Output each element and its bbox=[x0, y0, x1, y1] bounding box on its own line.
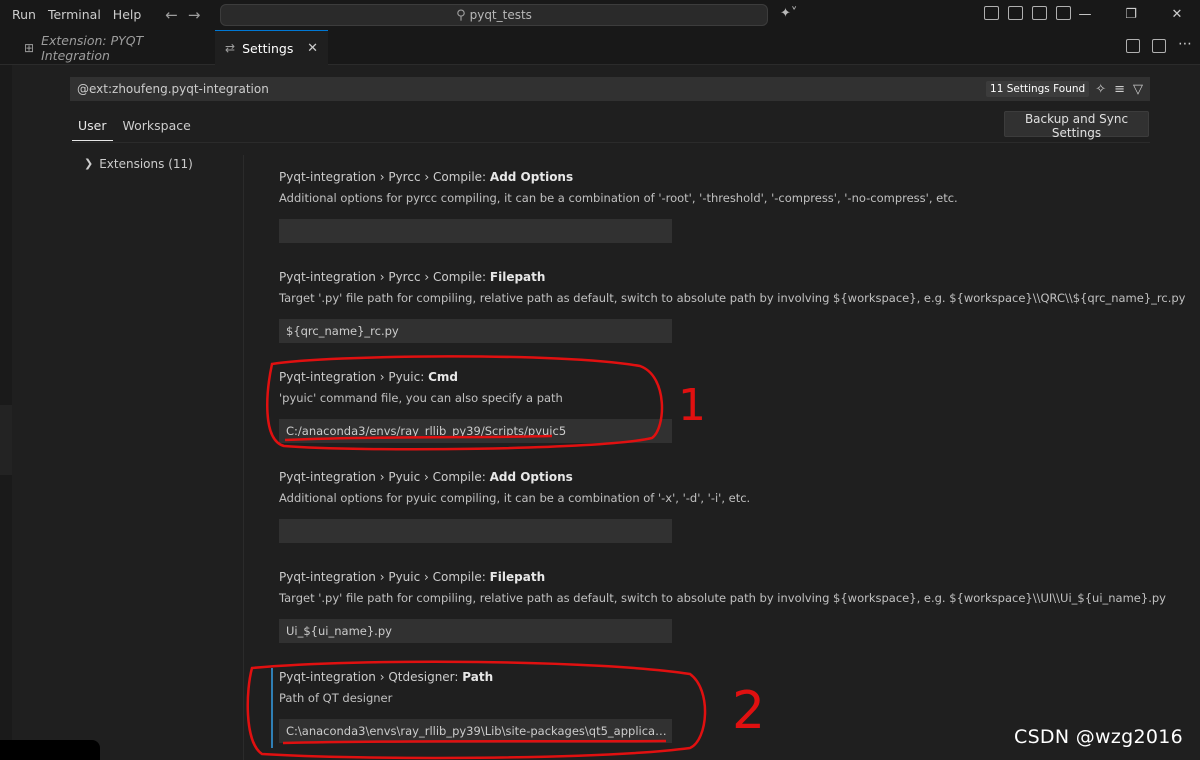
tab-extension[interactable]: ⊞ Extension: PYQT Integration bbox=[14, 30, 214, 65]
setting-prefix: Pyqt-integration › Qtdesigner: bbox=[279, 670, 463, 684]
search-icon: ⚲ bbox=[456, 7, 466, 23]
minimize-icon[interactable]: — bbox=[1062, 0, 1108, 30]
activity-bar-edge bbox=[0, 65, 12, 760]
setting-title: Pyqt-integration › Pyrcc › Compile: Add … bbox=[279, 168, 1179, 186]
menu-bar: Run Terminal Help bbox=[0, 0, 147, 30]
tab-extension-label: Extension: PYQT Integration bbox=[41, 32, 144, 63]
toc-divider bbox=[243, 155, 244, 760]
tab-workspace[interactable]: Workspace bbox=[117, 112, 197, 141]
setting-prefix: Pyqt-integration › Pyrcc › Compile: bbox=[279, 270, 490, 284]
tab-settings-label: Settings bbox=[242, 40, 294, 56]
watermark: CSDN @wzg2016 bbox=[1014, 726, 1184, 748]
menu-help[interactable]: Help bbox=[107, 0, 148, 30]
setting-title: Pyqt-integration › Pyuic › Compile: File… bbox=[279, 568, 1179, 586]
more-actions-icon[interactable]: ⋯ bbox=[1178, 37, 1192, 53]
setting-pyuic-cmd: Pyqt-integration › Pyuic: Cmd 'pyuic' co… bbox=[279, 368, 1179, 443]
pyuic-cmd-input[interactable] bbox=[279, 419, 672, 443]
search-tools: ✧ ≡ ▽ bbox=[1095, 82, 1143, 97]
setting-key: Filepath bbox=[489, 570, 546, 584]
forward-arrow-icon[interactable]: → bbox=[188, 6, 201, 24]
filter-icon[interactable]: ▽ bbox=[1133, 82, 1143, 97]
setting-key: Cmd bbox=[428, 370, 458, 384]
layout-controls bbox=[984, 6, 1071, 20]
pyrcc-add-options-input[interactable] bbox=[279, 219, 672, 243]
qtdesigner-path-input[interactable] bbox=[279, 719, 672, 743]
setting-key: Add Options bbox=[489, 470, 573, 484]
activity-bar-highlight bbox=[0, 405, 12, 475]
toggle-primary-sidebar-icon[interactable] bbox=[1008, 6, 1023, 20]
restore-icon[interactable]: ❐ bbox=[1108, 0, 1154, 30]
setting-key: Path bbox=[462, 670, 494, 684]
settings-search-input[interactable] bbox=[71, 82, 987, 96]
tab-user[interactable]: User bbox=[72, 112, 113, 141]
setting-title: Pyqt-integration › Pyuic: Cmd bbox=[279, 368, 1179, 386]
setting-description: Path of QT designer bbox=[279, 691, 393, 705]
setting-prefix: Pyqt-integration › Pyuic › Compile: bbox=[279, 470, 490, 484]
setting-description: Target '.py' file path for compiling, re… bbox=[279, 591, 1166, 605]
setting-pyuic-add-options: Pyqt-integration › Pyuic › Compile: Add … bbox=[279, 468, 1179, 543]
editor-actions: ⋯ bbox=[1126, 37, 1192, 53]
copilot-icon[interactable]: ✦˅ bbox=[780, 6, 797, 21]
setting-description: 'pyuic' command file, you can also speci… bbox=[279, 391, 563, 405]
setting-title: Pyqt-integration › Qtdesigner: Path bbox=[279, 668, 1179, 686]
pyuic-add-options-input[interactable] bbox=[279, 519, 672, 543]
toc-extensions-label: Extensions (11) bbox=[99, 157, 193, 171]
split-editor-icon[interactable] bbox=[1152, 39, 1166, 53]
setting-key: Add Options bbox=[489, 170, 574, 184]
header-divider bbox=[72, 142, 1150, 143]
setting-title: Pyqt-integration › Pyrcc › Compile: File… bbox=[279, 268, 1179, 286]
command-center-text: pyqt_tests bbox=[469, 8, 532, 22]
setting-pyrcc-add-options: Pyqt-integration › Pyrcc › Compile: Add … bbox=[279, 168, 1179, 243]
setting-key: Filepath bbox=[489, 270, 546, 284]
setting-description: Additional options for pyrcc compiling, … bbox=[279, 191, 958, 205]
settings-icon: ⇄ bbox=[225, 41, 236, 55]
pyuic-filepath-input[interactable] bbox=[279, 619, 672, 643]
menu-run[interactable]: Run bbox=[6, 0, 42, 30]
editor-tab-bar: ⊞ Extension: PYQT Integration ⇄ Settings… bbox=[0, 30, 1200, 65]
setting-prefix: Pyqt-integration › Pyuic: bbox=[279, 370, 429, 384]
setting-description: Additional options for pyuic compiling, … bbox=[279, 491, 751, 505]
pyrcc-filepath-input[interactable] bbox=[279, 319, 672, 343]
backup-sync-button[interactable]: Backup and Sync Settings bbox=[1004, 111, 1149, 140]
toggle-panel-icon[interactable] bbox=[1032, 6, 1047, 20]
menu-terminal[interactable]: Terminal bbox=[42, 0, 107, 30]
setting-description: Target '.py' file path for compiling, re… bbox=[279, 291, 1186, 305]
tab-settings[interactable]: ⇄ Settings ✕ bbox=[215, 30, 328, 65]
title-bar: Run Terminal Help ← → ⚲ pyqt_tests ✦˅ — … bbox=[0, 0, 1200, 30]
settings-search: 11 Settings Found ✧ ≡ ▽ bbox=[70, 77, 1150, 101]
sparkle-icon[interactable]: ✧ bbox=[1095, 82, 1106, 97]
navigation-arrows: ← → bbox=[165, 6, 200, 24]
setting-title: Pyqt-integration › Pyuic › Compile: Add … bbox=[279, 468, 1179, 486]
back-arrow-icon[interactable]: ← bbox=[165, 6, 178, 24]
close-window-icon[interactable]: ✕ bbox=[1154, 0, 1200, 30]
open-settings-json-icon[interactable] bbox=[1126, 39, 1140, 53]
command-center[interactable]: ⚲ pyqt_tests bbox=[220, 4, 768, 26]
setting-pyrcc-filepath: Pyqt-integration › Pyrcc › Compile: File… bbox=[279, 268, 1186, 343]
setting-prefix: Pyqt-integration › Pyrcc › Compile: bbox=[279, 170, 490, 184]
chevron-right-icon: ❯ bbox=[84, 157, 94, 170]
extension-icon: ⊞ bbox=[24, 40, 35, 55]
toc-extensions[interactable]: ❯ Extensions (11) bbox=[84, 157, 193, 171]
setting-focus-indicator bbox=[271, 668, 273, 748]
customize-layout-icon[interactable] bbox=[984, 6, 999, 20]
close-icon[interactable]: ✕ bbox=[307, 41, 318, 56]
setting-pyuic-filepath: Pyqt-integration › Pyuic › Compile: File… bbox=[279, 568, 1179, 643]
settings-found-badge: 11 Settings Found bbox=[986, 81, 1090, 97]
redaction-block bbox=[0, 740, 100, 760]
settings-scope-tabs: User Workspace bbox=[72, 112, 197, 141]
setting-prefix: Pyqt-integration › Pyuic › Compile: bbox=[279, 570, 490, 584]
clear-filter-icon[interactable]: ≡ bbox=[1114, 82, 1125, 97]
window-controls: — ❐ ✕ bbox=[1062, 0, 1200, 30]
